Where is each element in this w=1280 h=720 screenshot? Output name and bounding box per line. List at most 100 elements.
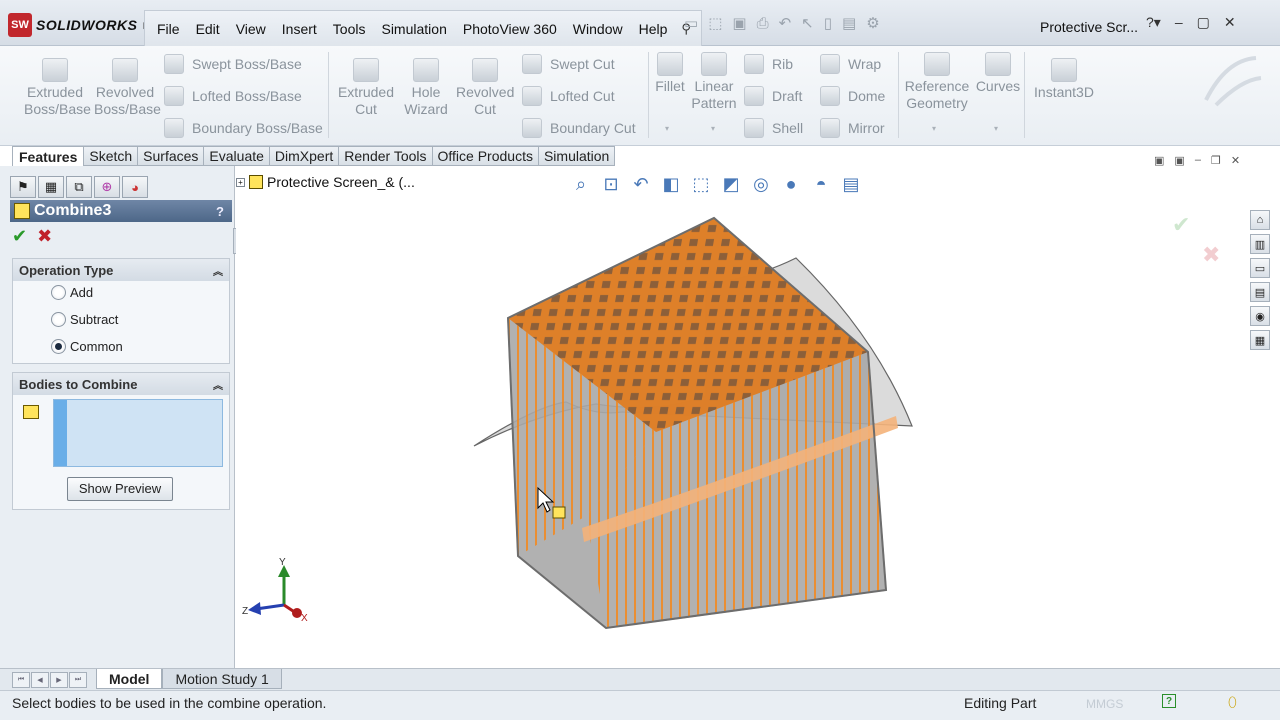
cancel-x-icon[interactable]: ✖ (37, 226, 52, 247)
viewport-close-icon[interactable]: ✕ (1231, 154, 1240, 167)
shell-button[interactable]: Shell (744, 118, 803, 138)
revolved-boss-button[interactable]: Revolved Boss/Base (94, 58, 161, 118)
confirm-ok-icon[interactable]: ✔ (1172, 210, 1220, 240)
tab-render-tools[interactable]: Render Tools (339, 146, 433, 166)
file-properties-icon[interactable]: ▤ (842, 14, 856, 32)
menu-window[interactable]: Window (565, 21, 631, 37)
new-document-icon[interactable]: ▭ (684, 14, 698, 32)
menu-tools[interactable]: Tools (325, 21, 374, 37)
tag-icon[interactable]: ⬯ (1228, 694, 1237, 711)
feature-tree-flyout[interactable]: + Protective Screen_& (... (236, 174, 415, 190)
operation-type-header[interactable]: Operation Type ︽ (13, 259, 229, 281)
tab-sketch[interactable]: Sketch (84, 146, 139, 166)
tree-expand-icon[interactable]: + (236, 177, 245, 187)
viewport-minimize-icon[interactable]: – (1195, 154, 1201, 167)
minimize-icon[interactable]: – (1175, 14, 1183, 31)
zoom-to-area-icon[interactable]: ⊡ (600, 174, 622, 195)
tab-features[interactable]: Features (12, 146, 85, 166)
section-view-icon[interactable]: ◧ (660, 174, 682, 195)
prev-tab-icon[interactable]: ◀ (31, 672, 49, 688)
zoom-to-fit-icon[interactable]: ⌕ (570, 174, 592, 195)
radio-common[interactable]: Common (51, 339, 123, 354)
tab-surfaces[interactable]: Surfaces (138, 146, 205, 166)
swept-boss-button[interactable]: Swept Boss/Base (164, 54, 302, 74)
lofted-cut-button[interactable]: Lofted Cut (522, 86, 615, 106)
boundary-boss-button[interactable]: Boundary Boss/Base (164, 118, 323, 138)
extruded-boss-button[interactable]: Extruded Boss/Base (24, 58, 91, 118)
radio-common-button[interactable] (51, 339, 66, 354)
edit-appearance-icon[interactable]: ● (780, 174, 802, 195)
help-button[interactable]: ? (216, 204, 224, 219)
collapse-chevron-icon[interactable]: ︽ (213, 263, 223, 278)
menu-help[interactable]: Help (631, 21, 676, 37)
menu-insert[interactable]: Insert (274, 21, 325, 37)
ok-check-icon[interactable]: ✔ (12, 226, 27, 247)
undo-icon[interactable]: ↶ (779, 14, 792, 32)
open-icon[interactable]: ⬚ (708, 14, 722, 32)
lofted-boss-button[interactable]: Lofted Boss/Base (164, 86, 302, 106)
reference-geometry-dropdown-icon[interactable]: ▾ (932, 124, 936, 133)
tab-dimxpert[interactable]: DimXpert (269, 146, 340, 166)
mirror-button[interactable]: Mirror (820, 118, 885, 138)
radio-subtract-button[interactable] (51, 312, 66, 327)
tab-office-products[interactable]: Office Products (432, 146, 539, 166)
curves-button[interactable]: Curves (974, 52, 1022, 95)
menu-photoview[interactable]: PhotoView 360 (455, 21, 565, 37)
boundary-cut-button[interactable]: Boundary Cut (522, 118, 636, 138)
quick-tips-icon[interactable]: ? (1162, 694, 1176, 708)
tile-vertical-icon[interactable]: ▣ (1174, 154, 1184, 167)
display-manager-icon[interactable]: ◕ (122, 176, 148, 198)
select-icon[interactable]: ↖ (801, 14, 814, 32)
bodies-selection-box[interactable] (53, 399, 223, 467)
fillet-dropdown-icon[interactable]: ▾ (665, 124, 669, 133)
collapse-chevron-icon[interactable]: ︽ (213, 377, 223, 392)
menu-view[interactable]: View (228, 21, 274, 37)
show-preview-button[interactable]: Show Preview (67, 477, 173, 501)
radio-add[interactable]: Add (51, 285, 93, 300)
wrap-button[interactable]: Wrap (820, 54, 881, 74)
linear-pattern-dropdown-icon[interactable]: ▾ (711, 124, 715, 133)
viewport-restore-icon[interactable]: ❐ (1211, 154, 1221, 167)
radio-subtract[interactable]: Subtract (51, 312, 118, 327)
menu-file[interactable]: File (149, 21, 188, 37)
tab-motion-study-1[interactable]: Motion Study 1 (162, 669, 282, 689)
swept-cut-button[interactable]: Swept Cut (522, 54, 615, 74)
dome-button[interactable]: Dome (820, 86, 885, 106)
fillet-button[interactable]: Fillet (652, 52, 688, 95)
bodies-to-combine-header[interactable]: Bodies to Combine ︽ (13, 373, 229, 395)
tab-simulation[interactable]: Simulation (538, 146, 616, 166)
tab-model[interactable]: Model (96, 669, 163, 689)
last-tab-icon[interactable]: ⏭ (69, 672, 87, 688)
view-orientation-icon[interactable]: ⬚ (690, 174, 712, 195)
next-tab-icon[interactable]: ▶ (50, 672, 68, 688)
dimxpert-icon[interactable]: ⊕ (94, 176, 120, 198)
tab-evaluate[interactable]: Evaluate (204, 146, 270, 166)
options-icon[interactable]: ⚙ (866, 14, 879, 32)
custom-properties-icon[interactable]: ▦ (1250, 330, 1270, 350)
apply-scene-icon[interactable]: ◓ (810, 174, 832, 195)
extruded-cut-button[interactable]: Extruded Cut (336, 58, 396, 118)
save-icon[interactable]: ▣ (732, 14, 746, 32)
confirm-cancel-icon[interactable]: ✖ (1202, 240, 1220, 270)
config-manager-icon[interactable]: ⧉ (66, 176, 92, 198)
rib-button[interactable]: Rib (744, 54, 793, 74)
help-icon[interactable]: ?▾ (1146, 14, 1161, 31)
menu-edit[interactable]: Edit (188, 21, 228, 37)
graphics-area[interactable] (236, 166, 1280, 668)
property-manager-icon[interactable]: ▦ (38, 176, 64, 198)
linear-pattern-button[interactable]: Linear Pattern (690, 52, 738, 112)
resources-icon[interactable]: ⌂ (1250, 210, 1270, 230)
print-icon[interactable]: ⎙ (757, 15, 769, 32)
status-units[interactable]: MMGS (1086, 697, 1123, 711)
file-explorer-icon[interactable]: ▭ (1250, 258, 1270, 278)
restore-icon[interactable]: ▢ (1197, 14, 1210, 31)
display-style-icon[interactable]: ◩ (720, 174, 742, 195)
appearances-icon[interactable]: ◉ (1250, 306, 1270, 326)
hide-show-items-icon[interactable]: ◎ (750, 174, 772, 195)
menu-simulation[interactable]: Simulation (373, 21, 454, 37)
tile-horizontal-icon[interactable]: ▣ (1154, 154, 1164, 167)
view-settings-icon[interactable]: ▤ (840, 174, 862, 195)
reference-geometry-button[interactable]: Reference Geometry (904, 52, 970, 112)
features-manager-icon[interactable]: ⚑ (10, 176, 36, 198)
revolved-cut-button[interactable]: Revolved Cut (456, 58, 514, 118)
